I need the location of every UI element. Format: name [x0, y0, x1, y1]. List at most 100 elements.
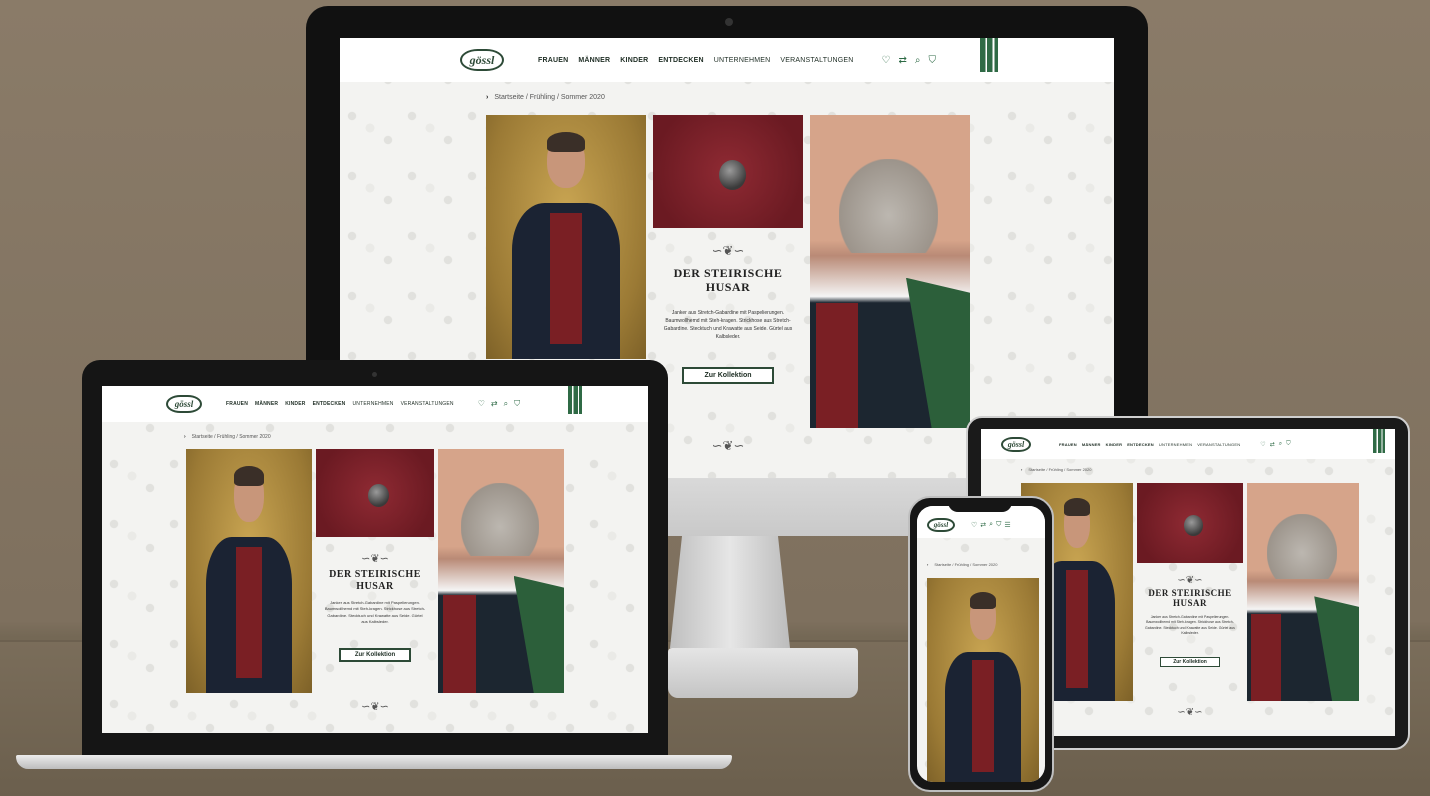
- breadcrumb: › Startseite / Frühling / Sommer 2020: [927, 562, 997, 567]
- header-icons: ♡ ⇄ ⌕ ⛉: [478, 399, 520, 409]
- laptop-screen: gössl FRAUEN MÄNNER KINDER ENTDECKEN UNT…: [102, 386, 648, 733]
- heart-icon[interactable]: ♡: [1260, 441, 1265, 448]
- nav-item-veranstaltungen[interactable]: VERANSTALTUNGEN: [1197, 442, 1240, 447]
- nav-item-maenner[interactable]: MÄNNER: [1082, 442, 1101, 447]
- header-icons: ♡ ⇄ ⌕ ⛉: [1260, 441, 1290, 448]
- teaser-description: Janker aus Stretch-Gabardine mit Paspeli…: [1145, 614, 1235, 636]
- breadcrumb: › Startseite / Frühling / Sommer 2020: [1021, 467, 1091, 472]
- headline-line-1: DER STEIRISCHE: [1148, 588, 1232, 598]
- breadcrumb: › Startseite / Frühling / Sommer 2020: [184, 434, 271, 440]
- heart-icon[interactable]: ♡: [478, 399, 485, 409]
- heart-icon[interactable]: ♡: [971, 521, 977, 529]
- breadcrumb-arrow-icon: ›: [486, 94, 489, 101]
- laptop-device: gössl FRAUEN MÄNNER KINDER ENTDECKEN UNT…: [82, 360, 668, 755]
- photo-fabric-button: [1137, 483, 1243, 563]
- header-icons: ♡ ⇄ ⌕ ⛉ ☰: [971, 521, 1011, 529]
- nav-item-entdecken[interactable]: ENTDECKEN: [658, 57, 703, 64]
- site-logo[interactable]: gössl: [927, 518, 955, 532]
- main-nav: FRAUEN MÄNNER KINDER ENTDECKEN UNTERNEHM…: [226, 401, 454, 407]
- bag-icon[interactable]: ⛉: [996, 521, 1001, 529]
- nav-item-kinder[interactable]: KINDER: [1106, 442, 1123, 447]
- nav-item-maenner[interactable]: MÄNNER: [578, 57, 610, 64]
- headline-line-1: DER STEIRISCHE: [673, 266, 783, 280]
- zur-kollektion-button[interactable]: Zur Kollektion: [338, 647, 412, 662]
- ornament-bottom: ∽❦∽: [361, 701, 389, 713]
- site-header: gössl FRAUEN MÄNNER KINDER ENTDECKEN UNT…: [340, 38, 1114, 82]
- hero-photo-model: [486, 115, 646, 359]
- main-nav: FRAUEN MÄNNER KINDER ENTDECKEN UNTERNEHM…: [538, 57, 854, 64]
- header-icons: ♡ ⇄ ⌕ ⛉: [882, 55, 936, 66]
- nav-item-frauen[interactable]: FRAUEN: [1059, 442, 1077, 447]
- breadcrumb-text[interactable]: Startseite / Frühling / Sommer 2020: [192, 434, 271, 440]
- site-logo[interactable]: gössl: [460, 49, 504, 71]
- nav-item-veranstaltungen[interactable]: VERANSTALTUNGEN: [401, 401, 454, 407]
- nav-item-kinder[interactable]: KINDER: [620, 57, 648, 64]
- teaser-description: Janker aus Stretch-Gabardine mit Paspeli…: [663, 309, 793, 340]
- nav-item-kinder[interactable]: KINDER: [285, 401, 305, 407]
- brand-stripe: [980, 38, 998, 72]
- nav-item-maenner[interactable]: MÄNNER: [255, 401, 278, 407]
- brand-stripe: [1373, 429, 1385, 453]
- brand-stripe: [568, 386, 582, 414]
- breadcrumb-arrow-icon: ›: [184, 434, 186, 440]
- main-nav: FRAUEN MÄNNER KINDER ENTDECKEN UNTERNEHM…: [1059, 442, 1240, 447]
- photo-closeup: [810, 115, 970, 428]
- imac-stand-neck: [670, 536, 790, 648]
- search-icon[interactable]: ⌕: [504, 399, 508, 409]
- ornament-bottom: ∽❦∽: [1177, 707, 1203, 718]
- search-icon[interactable]: ⌕: [1279, 441, 1282, 448]
- site-logo[interactable]: gössl: [1001, 436, 1031, 452]
- nav-item-unternehmen[interactable]: UNTERNEHMEN: [714, 57, 771, 64]
- ornament-top: ∽❦∽: [361, 553, 389, 565]
- compare-icon[interactable]: ⇄: [898, 55, 906, 66]
- ornament-top: ∽❦∽: [1177, 575, 1203, 586]
- ornament-top: ∽❦∽: [711, 243, 745, 258]
- phone-notch: [948, 500, 1012, 512]
- imac-stand-foot: [668, 648, 858, 698]
- site-logo[interactable]: gössl: [166, 395, 202, 413]
- nav-item-unternehmen[interactable]: UNTERNEHMEN: [353, 401, 394, 407]
- compare-icon[interactable]: ⇄: [491, 399, 498, 409]
- breadcrumb-arrow-icon: ›: [927, 562, 929, 567]
- nav-item-entdecken[interactable]: ENTDECKEN: [313, 401, 346, 407]
- heart-icon[interactable]: ♡: [882, 55, 891, 66]
- phone-device: gössl ♡ ⇄ ⌕ ⛉ ☰ › Startseite / Frühling /…: [908, 496, 1054, 792]
- zur-kollektion-button[interactable]: Zur Kollektion: [682, 366, 774, 384]
- breadcrumb-text[interactable]: Startseite / Frühling / Sommer 2020: [494, 94, 605, 101]
- menu-icon[interactable]: ☰: [1004, 521, 1010, 529]
- headline-line-2: HUSAR: [1172, 598, 1207, 609]
- nav-item-entdecken[interactable]: ENTDECKEN: [1127, 442, 1154, 447]
- nav-item-frauen[interactable]: FRAUEN: [226, 401, 248, 407]
- search-icon[interactable]: ⌕: [989, 521, 993, 529]
- bag-icon[interactable]: ⛉: [514, 399, 520, 409]
- nav-item-frauen[interactable]: FRAUEN: [538, 57, 568, 64]
- compare-icon[interactable]: ⇄: [1270, 441, 1275, 448]
- phone-screen: gössl ♡ ⇄ ⌕ ⛉ ☰ › Startseite / Frühling /…: [917, 506, 1045, 782]
- imac-camera: [725, 18, 733, 26]
- laptop-base: [16, 755, 732, 769]
- bag-icon[interactable]: ⛉: [1286, 441, 1291, 448]
- breadcrumb-text[interactable]: Startseite / Frühling / Sommer 2020: [1028, 467, 1091, 472]
- site-header: gössl FRAUEN MÄNNER KINDER ENTDECKEN UNT…: [102, 386, 648, 422]
- photo-closeup: [1247, 483, 1359, 701]
- breadcrumb: › Startseite / Frühling / Sommer 2020: [486, 94, 605, 101]
- headline-line-1: DER STEIRISCHE: [329, 569, 421, 580]
- laptop-camera: [372, 372, 377, 377]
- hero-photo-model: [186, 449, 312, 693]
- zur-kollektion-button[interactable]: Zur Kollektion: [1160, 657, 1220, 668]
- nav-item-veranstaltungen[interactable]: VERANSTALTUNGEN: [780, 57, 853, 64]
- photo-fabric-button: [653, 115, 803, 228]
- collection-teaser: ∽❦∽ DER STEIRISCHE HUSAR Janker aus Stret…: [316, 552, 434, 662]
- teaser-description: Janker aus Stretch-Gabardine mit Paspeli…: [324, 600, 426, 625]
- search-icon[interactable]: ⌕: [915, 55, 921, 66]
- compare-icon[interactable]: ⇄: [980, 521, 986, 529]
- photo-closeup: [438, 449, 564, 693]
- nav-item-unternehmen[interactable]: UNTERNEHMEN: [1159, 442, 1192, 447]
- breadcrumb-text[interactable]: Startseite / Frühling / Sommer 2020: [934, 562, 997, 567]
- headline-line-2: HUSAR: [705, 279, 751, 294]
- hero-photo-model: [927, 578, 1039, 782]
- bag-icon[interactable]: ⛉: [928, 55, 936, 66]
- collection-teaser: ∽❦∽ DER STEIRISCHE HUSAR Janker aus Stret…: [1137, 575, 1243, 668]
- site-header: gössl FRAUEN MÄNNER KINDER ENTDECKEN UNT…: [981, 429, 1395, 459]
- ornament-bottom: ∽❦∽: [711, 438, 745, 453]
